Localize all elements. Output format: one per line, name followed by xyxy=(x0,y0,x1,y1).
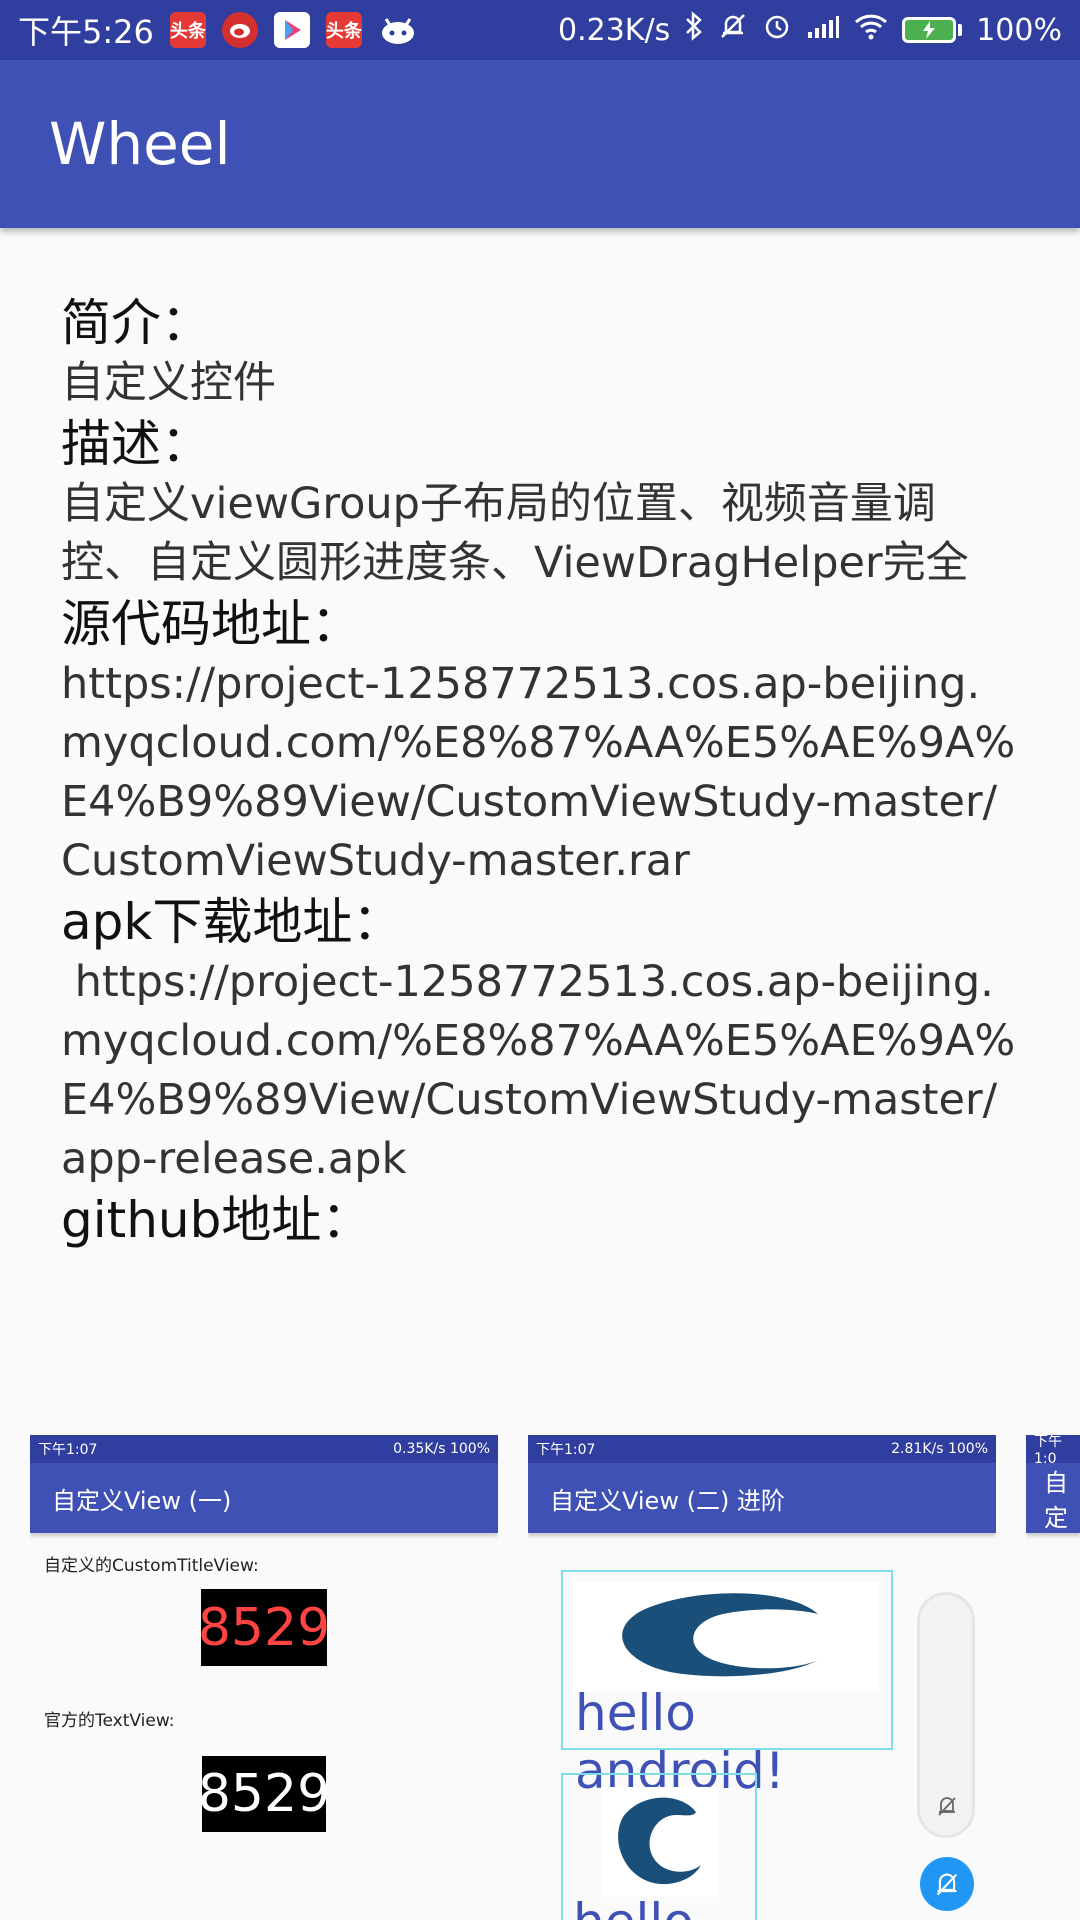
official-text-view-digits: 8529 xyxy=(198,1756,330,1832)
thumb-label-official: 官方的TextView: xyxy=(44,1711,175,1731)
mute-toggle-button[interactable] xyxy=(920,1857,974,1911)
app-toolbar: Wheel xyxy=(0,60,1080,228)
thumb-time: 下午1:07 xyxy=(536,1442,596,1458)
thumb-status-bar: 下午1:07 2.81K/s 100% xyxy=(528,1435,996,1463)
network-speed: 0.23K/s xyxy=(558,12,671,48)
android-bot-icon xyxy=(378,15,418,45)
status-right: 0.23K/s 100% xyxy=(558,11,1062,49)
thumb-battery: 100% xyxy=(947,1441,988,1457)
thumb-toolbar: 自定义View (一) xyxy=(30,1463,498,1533)
mute-bell-icon xyxy=(936,1873,958,1896)
status-left: 下午5:26 头条 头条 xyxy=(18,7,418,53)
c-logo-small-icon xyxy=(601,1787,717,1897)
description-text: 自定义viewGroup子布局的位置、视频音量调控、自定义圆形进度条、ViewD… xyxy=(61,479,969,588)
status-time: 下午5:26 xyxy=(18,13,154,51)
thumb-label-custom: 自定义的CustomTitleView: xyxy=(44,1556,259,1576)
thumb-toolbar: 自定义View (二) 进阶 xyxy=(528,1463,996,1533)
toolbar-title: Wheel xyxy=(49,110,231,178)
signal-icon xyxy=(806,13,840,48)
volume-slider[interactable] xyxy=(917,1592,975,1838)
battery-icon xyxy=(902,17,963,43)
screenshot-thumb-1[interactable]: 下午1:07 0.35K/s 100% 自定义View (一) 自定义的Cust… xyxy=(30,1435,498,1920)
source-url-link[interactable]: https://project-1258772513.cos.ap-beijin… xyxy=(61,655,1021,891)
thumb-status-bar: 下午1:07 0.35K/s 100% xyxy=(30,1435,498,1463)
thumb-time: 下午1:07 xyxy=(38,1442,98,1458)
intro-heading: 简介： xyxy=(61,294,211,352)
mute-bell-icon xyxy=(938,1797,956,1816)
mute-bell-icon xyxy=(718,11,748,49)
hello-small-text: hello xyxy=(573,1893,694,1920)
source-heading: 源代码地址： xyxy=(61,595,361,653)
apk-heading: apk下载地址： xyxy=(61,893,403,951)
image-text-box-small: hello xyxy=(561,1773,757,1920)
screenshot-thumb-3[interactable]: 下午1:0 自定 xyxy=(1026,1435,1080,1920)
battery-percent: 100% xyxy=(976,12,1062,48)
intro-text: 自定义控件 xyxy=(61,358,276,408)
description-heading: 描述： xyxy=(61,415,211,473)
thumb-toolbar: 自定 xyxy=(1026,1463,1080,1533)
screenshot-gallery[interactable]: 下午1:07 0.35K/s 100% 自定义View (一) 自定义的Cust… xyxy=(0,1435,1080,1920)
apk-url-link[interactable]: https://project-1258772513.cos.ap-beijin… xyxy=(61,953,1021,1189)
thumb-status-bar: 下午1:0 xyxy=(1026,1435,1080,1467)
thumb-battery: 100% xyxy=(449,1441,490,1457)
detail-content: 简介： 自定义控件 描述： 自定义viewGroup子布局的位置、视频音量调控、… xyxy=(61,292,1021,1251)
weibo-app-icon xyxy=(221,12,258,48)
c-logo-icon xyxy=(573,1582,879,1692)
thumb-speed: 0.35K/s xyxy=(393,1441,446,1457)
status-bar: 下午5:26 头条 头条 0.23K/s 100% xyxy=(0,0,1080,60)
toutiao-app-icon: 头条 xyxy=(169,12,206,48)
play-store-icon xyxy=(273,12,310,48)
bluetooth-icon xyxy=(684,11,704,49)
custom-title-view-digits: 8529 xyxy=(198,1589,330,1666)
wifi-icon xyxy=(854,12,888,48)
toutiao-app-icon-2: 头条 xyxy=(325,12,362,48)
github-heading: github地址： xyxy=(61,1191,372,1249)
thumb-speed: 2.81K/s xyxy=(891,1441,944,1457)
alarm-icon xyxy=(762,11,792,49)
image-text-box: hello android! xyxy=(561,1570,893,1800)
